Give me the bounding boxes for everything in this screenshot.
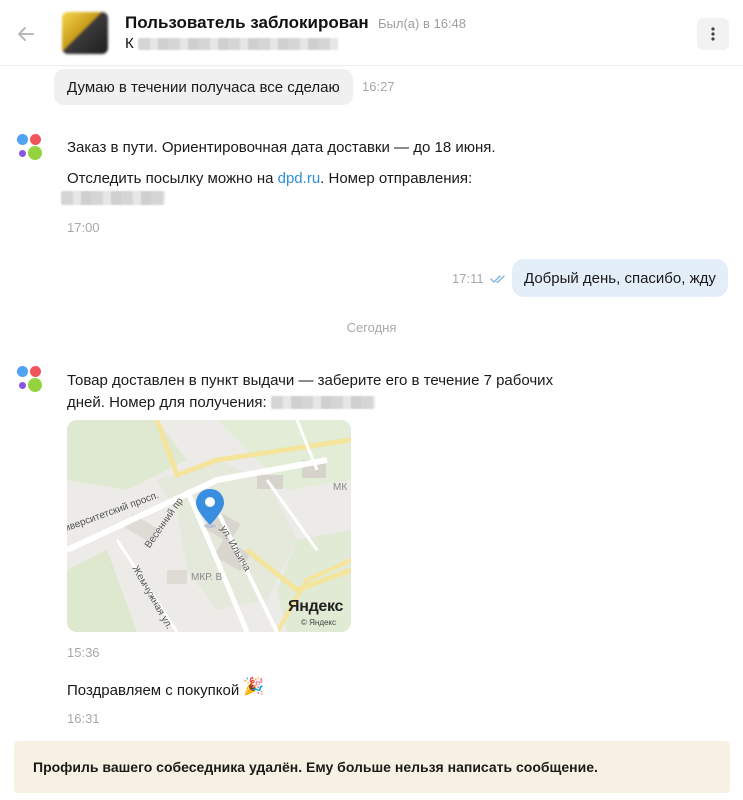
back-button[interactable] xyxy=(14,22,38,46)
message-text: Думаю в течении получаса все сделаю xyxy=(67,78,340,96)
message-time: 17:11 xyxy=(452,271,484,286)
message-text-tracking: Отследить посылку можно на dpd.ru. Номер… xyxy=(67,170,472,187)
arrow-left-icon xyxy=(18,27,34,41)
last-seen-status: Был(а) в 16:48 xyxy=(378,16,467,31)
map-copyright: © Яндекс xyxy=(301,618,337,627)
map-district-label: МКР. В xyxy=(191,572,223,583)
map-district-label: МК xyxy=(333,482,348,493)
incoming-message: Думаю в течении получаса все сделаю xyxy=(54,69,353,105)
party-popper-icon: 🎉 xyxy=(243,677,265,696)
outgoing-message: Добрый день, спасибо, жду xyxy=(512,259,728,297)
date-separator: Сегодня xyxy=(346,320,397,335)
redacted-text xyxy=(137,37,338,50)
read-ticks-icon xyxy=(490,275,505,283)
message-text: Товар доставлен в пункт выдачи — заберит… xyxy=(67,372,554,389)
redacted-pickup-code xyxy=(271,396,375,409)
redacted-tracking-number xyxy=(61,191,165,205)
message-time: 16:31 xyxy=(67,711,100,726)
listing-title-text: К xyxy=(125,35,134,52)
message-time: 15:36 xyxy=(67,645,100,660)
tracking-link[interactable]: dpd.ru xyxy=(278,170,321,187)
profile-deleted-notice: Профиль вашего собеседника удалён. Ему б… xyxy=(14,741,730,793)
message-text: . Номер отправления: xyxy=(320,170,473,187)
map-preview[interactable]: иверситетский просп. Весенний пр ул. Иль… xyxy=(67,420,351,632)
contact-name[interactable]: Пользователь заблокирован xyxy=(125,13,369,33)
service-logo-icon xyxy=(17,366,45,396)
avatar[interactable] xyxy=(62,12,108,54)
message-text: дней. Номер для получения: xyxy=(67,394,267,411)
yandex-logo: Яндекс xyxy=(288,598,344,615)
more-menu-button[interactable] xyxy=(697,18,729,50)
service-logo-icon xyxy=(17,134,45,164)
message-text: Добрый день, спасибо, жду xyxy=(524,269,716,287)
message-time: 16:27 xyxy=(362,79,395,94)
chat-header: Пользователь заблокирован Был(а) в 16:48… xyxy=(0,0,743,66)
listing-title[interactable]: К xyxy=(125,35,338,52)
notice-text: Профиль вашего собеседника удалён. Ему б… xyxy=(33,759,598,775)
message-text: Отследить посылку можно на xyxy=(67,170,278,187)
message-text: Поздравляем с покупкой xyxy=(67,682,240,699)
more-vertical-icon xyxy=(711,27,715,41)
message-time: 17:00 xyxy=(67,220,100,235)
message-text: Заказ в пути. Ориентировочная дата доста… xyxy=(67,139,496,156)
